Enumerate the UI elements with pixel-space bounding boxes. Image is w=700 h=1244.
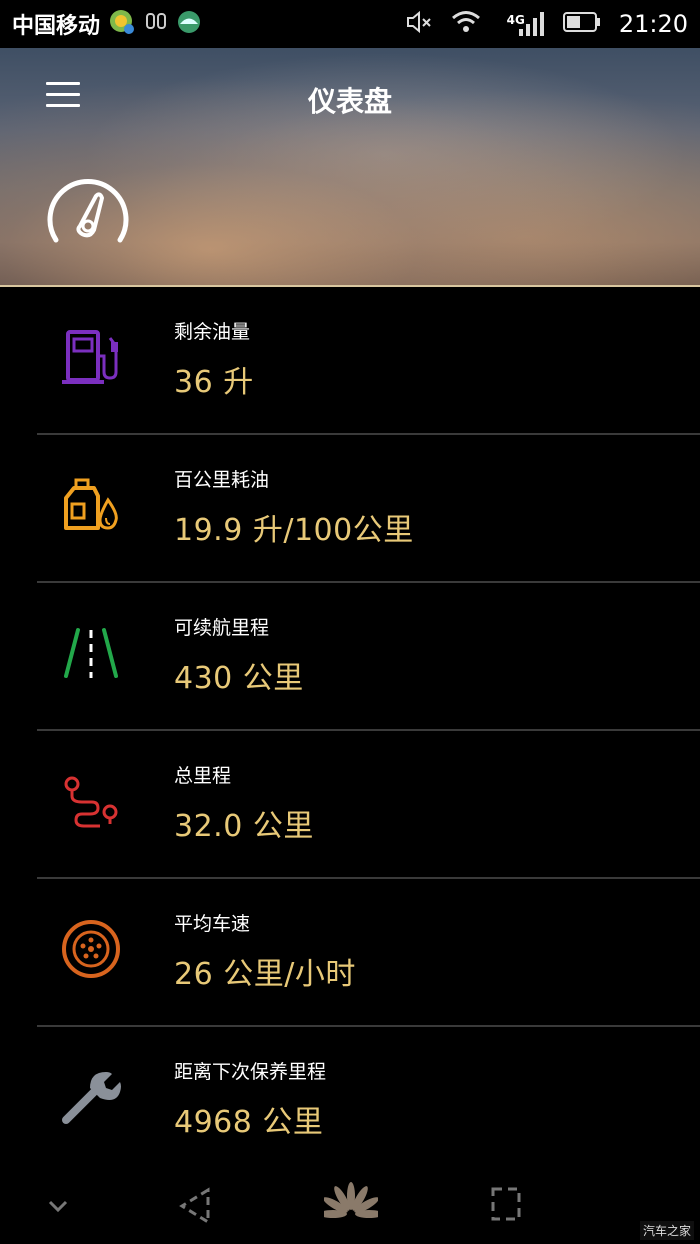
- list-item-range[interactable]: 可续航里程 430 公里: [37, 583, 700, 731]
- item-label: 平均车速: [174, 913, 251, 935]
- app-circle-icon: [176, 9, 202, 39]
- app-notification-icon: [108, 8, 136, 40]
- status-bar: 中国移动 4G 21:20: [0, 0, 700, 48]
- road-icon: [55, 617, 127, 689]
- list-item-maintenance-distance[interactable]: 距离下次保养里程 4968 公里: [37, 1027, 700, 1175]
- network-type: 4G: [506, 13, 525, 27]
- collapse-chevron-icon[interactable]: [46, 1198, 70, 1218]
- list-item-fuel-consumption[interactable]: 百公里耗油 19.9 升/100公里: [37, 435, 700, 583]
- back-button[interactable]: [178, 1186, 212, 1230]
- item-value: 36 升: [174, 365, 254, 400]
- navigation-bar: 汽车之家: [0, 1168, 700, 1244]
- fuel-pump-icon: [55, 321, 127, 393]
- item-value: 32.0 公里: [174, 809, 314, 844]
- mute-icon: [405, 10, 433, 38]
- recent-apps-button[interactable]: [490, 1186, 522, 1226]
- list-item-fuel-remaining[interactable]: 剩余油量 36 升: [37, 287, 700, 435]
- wifi-icon: [451, 10, 481, 38]
- route-icon: [55, 765, 127, 837]
- speedometer-icon: [44, 174, 132, 250]
- wrench-icon: [55, 1061, 127, 1133]
- home-button[interactable]: [319, 1182, 383, 1234]
- carrier-name: 中国移动: [12, 14, 101, 39]
- item-label: 总里程: [174, 765, 232, 787]
- watermark: 汽车之家: [639, 1221, 694, 1240]
- item-label: 距离下次保养里程: [174, 1061, 327, 1083]
- signal-icon: 4G: [499, 11, 545, 37]
- list-item-average-speed[interactable]: 平均车速 26 公里/小时: [37, 879, 700, 1027]
- battery-icon: [562, 11, 601, 37]
- wheel-icon: [55, 913, 127, 985]
- clock: 21:20: [618, 10, 688, 38]
- item-label: 剩余油量: [174, 321, 251, 343]
- voicemail-icon: [144, 10, 168, 38]
- item-value: 4968 公里: [174, 1105, 324, 1140]
- item-label: 百公里耗油: [174, 469, 270, 491]
- list-item-total-mileage[interactable]: 总里程 32.0 公里: [37, 731, 700, 879]
- item-value: 430 公里: [174, 661, 304, 696]
- item-label: 可续航里程: [174, 617, 270, 639]
- item-value: 26 公里/小时: [174, 957, 356, 992]
- item-value: 19.9 升/100公里: [174, 513, 414, 548]
- oil-can-icon: [55, 469, 127, 541]
- page-title: 仪表盘: [307, 85, 392, 118]
- dashboard-list: 剩余油量 36 升 百公里耗油 19.9 升/100公里 可续航里程 430 公…: [0, 287, 700, 1175]
